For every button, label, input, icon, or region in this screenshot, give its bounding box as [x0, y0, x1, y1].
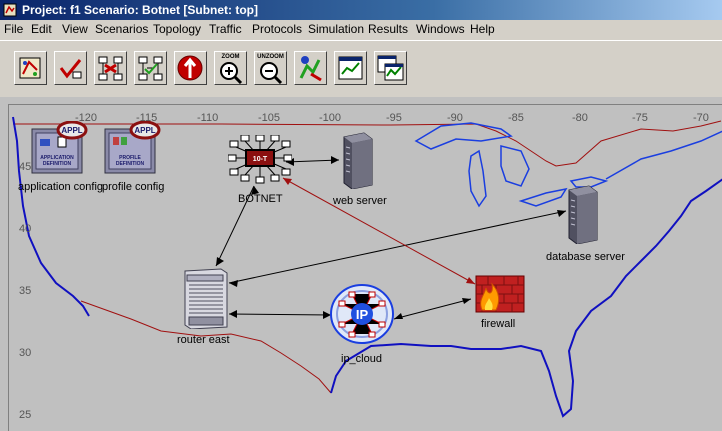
y-tick: 30: [19, 347, 32, 359]
ip-cloud-icon: IP: [330, 284, 394, 344]
object-palette-button[interactable]: [14, 51, 47, 85]
lake-huron-shape: [500, 145, 530, 187]
object-palette-icon: [19, 57, 41, 79]
toolbar: ZOOM UNZOOM: [0, 40, 722, 99]
node-web-server[interactable]: [340, 131, 374, 190]
link-ipcloud-firewall[interactable]: [393, 298, 472, 320]
profile-def-line2: DEFINITION: [116, 161, 145, 167]
firewall-icon: [475, 275, 525, 313]
lake-superior-shape: [414, 122, 513, 150]
botnet-hub-text: 10-T: [253, 156, 268, 163]
y-tick: 25: [19, 409, 32, 421]
window-title: Project: f1 Scenario: Botnet [Subnet: to…: [22, 3, 259, 17]
profile-config-icon: PROFILE DEFINITION APPL: [104, 120, 161, 174]
node-application-config[interactable]: APPLICATION DEFINITION APPL: [30, 120, 88, 177]
zoom-out-icon: [260, 62, 283, 84]
menu-results[interactable]: Results: [368, 22, 408, 36]
label-ip-cloud: ip_cloud: [341, 353, 382, 365]
y-tick: 40: [19, 223, 32, 235]
database-server-icon: [568, 185, 598, 245]
label-application-config: application config: [18, 181, 104, 193]
project-workspace[interactable]: -120 -115 -110 -105 -100 -95 -90 -85 -80…: [0, 97, 722, 431]
label-firewall: firewall: [481, 318, 516, 330]
recover-nodes-icon: [138, 56, 163, 81]
x-tick: -95: [386, 112, 402, 124]
x-tick: -75: [632, 112, 648, 124]
zoom-in-icon: [220, 62, 243, 84]
label-profile-config: profile config: [102, 181, 165, 193]
st-lawrence-river: [605, 130, 722, 180]
recover-nodes-button[interactable]: [134, 51, 167, 85]
x-tick: -110: [197, 112, 219, 124]
menu-scenarios[interactable]: Scenarios: [95, 22, 148, 36]
application-config-icon: APPLICATION DEFINITION APPL: [31, 120, 88, 174]
x-tick: -70: [693, 112, 709, 124]
x-tick: -85: [508, 112, 524, 124]
configure-simulation-button[interactable]: [294, 51, 327, 85]
label-database-server: database server: [546, 251, 625, 263]
menu-simulation[interactable]: Simulation: [308, 22, 364, 36]
return-to-parent-button[interactable]: [174, 51, 207, 85]
return-to-parent-icon: [177, 55, 203, 81]
x-tick: -90: [447, 112, 463, 124]
node-profile-config[interactable]: PROFILE DEFINITION APPL: [103, 120, 161, 177]
zoom-button[interactable]: ZOOM: [214, 51, 247, 85]
hide-show-graphs-button[interactable]: [374, 51, 407, 85]
menu-help[interactable]: Help: [470, 22, 495, 36]
menu-bar: File Edit View Scenarios Topology Traffi…: [0, 20, 722, 39]
check-links-button[interactable]: [54, 51, 87, 85]
window-title-bar[interactable]: Project: f1 Scenario: Botnet [Subnet: to…: [0, 0, 722, 20]
app-def-line2: DEFINITION: [43, 161, 72, 167]
menu-protocols[interactable]: Protocols: [252, 22, 302, 36]
check-links-icon: [59, 59, 82, 79]
router-chassis-icon: [184, 268, 228, 330]
run-simulation-icon: [299, 56, 322, 82]
label-router-east: router east: [177, 334, 230, 346]
menu-topology[interactable]: Topology: [153, 22, 201, 36]
botnet-hub-icon: 10-T: [227, 134, 293, 184]
x-tick: -100: [319, 112, 342, 124]
menu-view[interactable]: View: [62, 22, 88, 36]
node-ip-cloud[interactable]: IP: [330, 284, 394, 344]
unzoom-button[interactable]: UNZOOM: [254, 51, 287, 85]
menu-windows[interactable]: Windows: [416, 22, 465, 36]
app-icon: [3, 3, 17, 17]
link-router-dbserver[interactable]: [228, 210, 567, 284]
fail-nodes-button[interactable]: [94, 51, 127, 85]
profile-badge: APPL: [134, 126, 155, 135]
graph-panels-icon: [377, 55, 404, 81]
menu-edit[interactable]: Edit: [31, 22, 52, 36]
fail-nodes-icon: [98, 56, 123, 81]
link-router-ipcloud[interactable]: [228, 313, 332, 316]
node-botnet[interactable]: 10-T: [227, 134, 293, 191]
label-botnet: BOTNET: [238, 193, 283, 205]
server-icon: [343, 132, 373, 190]
lake-michigan-shape: [468, 149, 487, 208]
node-firewall[interactable]: [474, 274, 526, 314]
x-tick: -80: [572, 112, 588, 124]
view-results-button[interactable]: [334, 51, 367, 85]
link-botnet-firewall[interactable]: [282, 177, 476, 285]
y-tick: 35: [19, 285, 32, 297]
x-tick: -105: [258, 112, 281, 124]
results-graph-icon: [338, 56, 363, 80]
label-web-server: web server: [333, 195, 387, 207]
app-badge: APPL: [61, 126, 82, 135]
node-router-east[interactable]: [183, 267, 229, 330]
lake-erie-shape: [518, 187, 568, 207]
menu-file[interactable]: File: [4, 22, 23, 36]
node-database-server[interactable]: [565, 184, 599, 245]
ip-cloud-text: IP: [356, 307, 369, 322]
menu-traffic[interactable]: Traffic: [209, 22, 242, 36]
